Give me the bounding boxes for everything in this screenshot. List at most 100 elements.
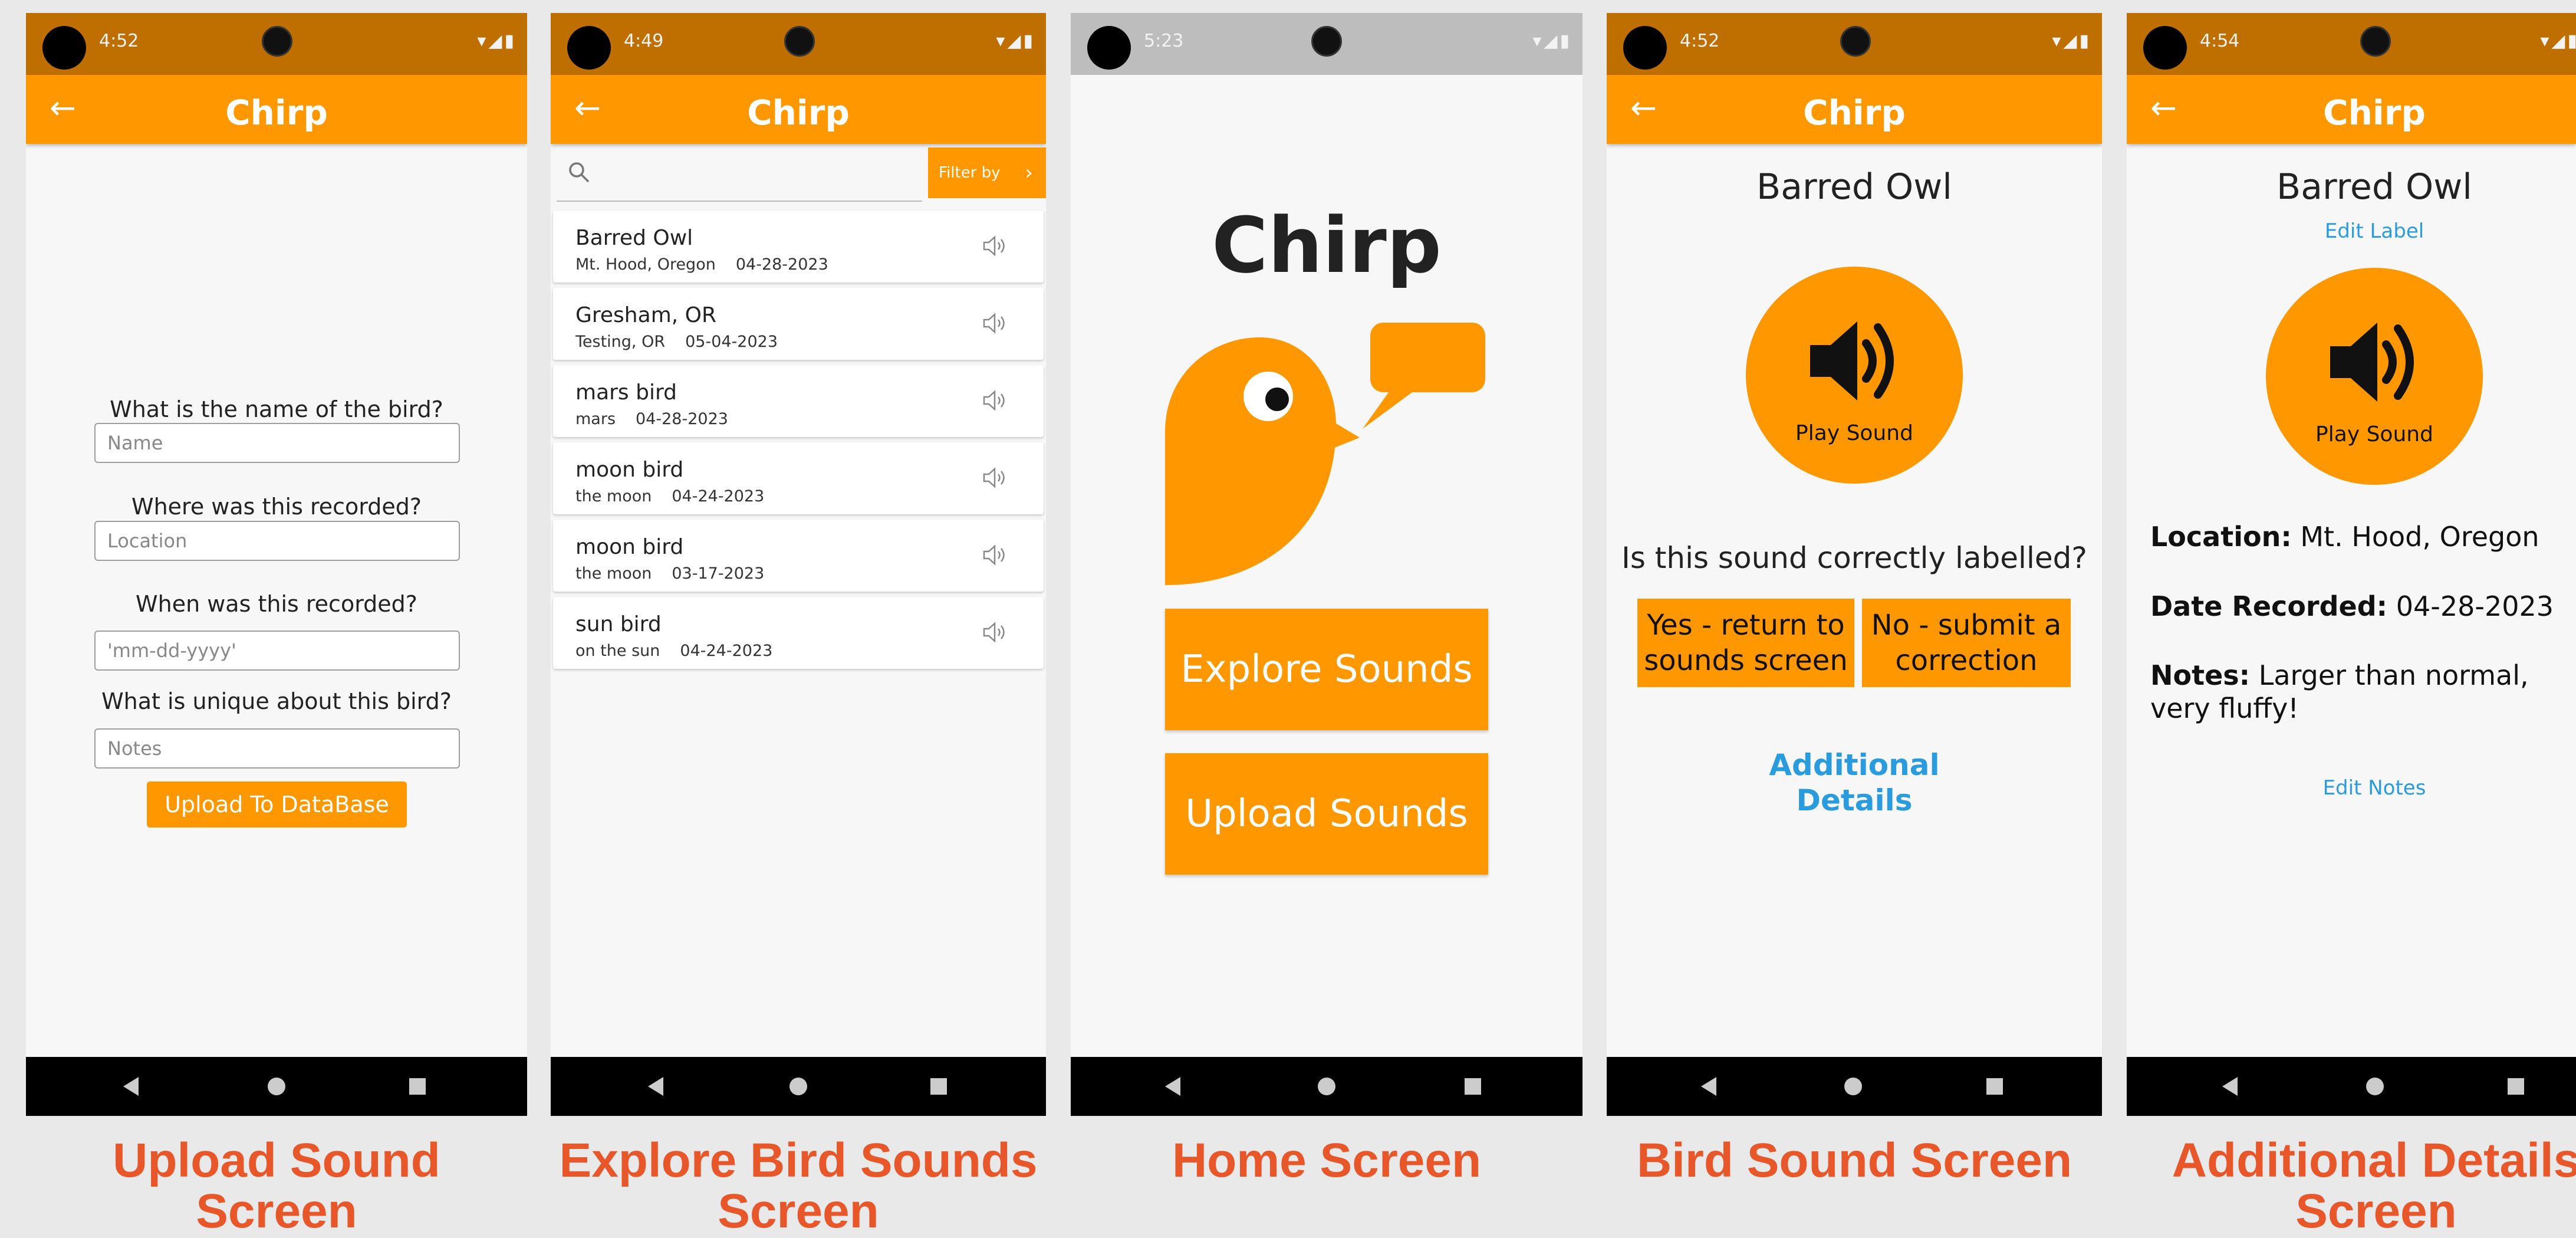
- nav-back-icon[interactable]: [648, 1077, 663, 1096]
- status-bar: 4:49 ▾◢▮: [551, 13, 1046, 75]
- app-bar: ← Chirp: [2127, 75, 2576, 144]
- list-item-date: 04-28-2023: [735, 255, 828, 274]
- signal-battery-icons: ▾◢▮: [2540, 31, 2576, 51]
- bird-name: Barred Owl: [2276, 166, 2472, 208]
- nav-home-icon[interactable]: [789, 1078, 807, 1095]
- bird-sound-screen: 4:52 ▾◢▮ ← Chirp Barred Owl Play Sound I…: [1607, 13, 2102, 1116]
- status-bar: 4:54 ▾◢▮: [2127, 13, 2576, 75]
- speaker-icon[interactable]: [982, 389, 1008, 412]
- explore-sounds-button[interactable]: Explore Sounds: [1165, 609, 1488, 730]
- speaker-icon: [1810, 321, 1894, 400]
- no-submit-correction-button[interactable]: No - submit a correction: [1862, 599, 2071, 687]
- nav-back-icon[interactable]: [1701, 1077, 1716, 1096]
- app-title: Chirp: [1803, 93, 1906, 133]
- chevron-right-icon: ›: [1025, 161, 1033, 185]
- caption-line: Home Screen: [1172, 1134, 1482, 1187]
- list-item-title: mars bird: [575, 380, 677, 405]
- status-time: 5:23: [1144, 31, 1184, 51]
- play-sound-button[interactable]: Play Sound: [1746, 267, 1963, 484]
- edit-label-link[interactable]: Edit Label: [2127, 219, 2576, 243]
- list-item[interactable]: mars bird mars 04-28-2023: [553, 365, 1044, 437]
- date-field[interactable]: 'mm-dd-yyyy': [94, 631, 460, 671]
- name-field[interactable]: Name: [94, 423, 460, 463]
- speaker-icon[interactable]: [982, 311, 1008, 335]
- speaker-icon[interactable]: [982, 234, 1008, 258]
- signal-battery-icons: ▾◢▮: [996, 31, 1035, 51]
- home-heading: Chirp: [1212, 201, 1442, 290]
- app-title: Chirp: [225, 93, 328, 133]
- additional-details-screen: 4:54 ▾◢▮ ← Chirp Barred Owl Edit Label P…: [2127, 13, 2576, 1116]
- nav-home-icon[interactable]: [268, 1078, 285, 1095]
- home-screen-caption: Home Screen: [1071, 1135, 1583, 1186]
- nav-home-icon[interactable]: [2366, 1078, 2384, 1095]
- signal-battery-icons: ▾◢▮: [2052, 31, 2091, 51]
- caption-line: Screen: [196, 1184, 357, 1238]
- app-bar: ← Chirp: [1607, 75, 2102, 144]
- additional-details-caption: Additional Details Screen: [2146, 1135, 2576, 1237]
- notes-detail: Notes: Larger than normal, very fluffy!: [2150, 659, 2570, 725]
- app-bar: ← Chirp: [551, 75, 1046, 144]
- list-item[interactable]: sun bird on the sun 04-24-2023: [553, 597, 1044, 669]
- speaker-icon[interactable]: [982, 620, 1008, 644]
- location-field[interactable]: Location: [94, 521, 460, 561]
- list-item-subtitle: on the sun 04-24-2023: [575, 642, 772, 660]
- home-screen: 5:23 ▾◢▮ Chirp Explore Sounds Upload Sou…: [1071, 13, 1583, 1116]
- nav-recents-icon[interactable]: [2508, 1078, 2524, 1095]
- label-question: Is this sound correctly labelled?: [1621, 541, 2087, 575]
- list-item[interactable]: Gresham, OR Testing, OR 05-04-2023: [553, 288, 1044, 360]
- front-camera-icon: [784, 26, 815, 57]
- list-item-location: the moon: [575, 487, 652, 505]
- status-time: 4:54: [2200, 31, 2240, 51]
- button-line: correction: [1895, 644, 2038, 677]
- nav-recents-icon[interactable]: [409, 1078, 426, 1095]
- search-icon: [569, 162, 590, 183]
- list-item-subtitle: the moon 04-24-2023: [575, 487, 764, 505]
- upload-screen-caption: Upload Sound Screen: [26, 1135, 527, 1237]
- nav-back-icon[interactable]: [123, 1077, 139, 1096]
- nav-recents-icon[interactable]: [930, 1078, 947, 1095]
- upload-sounds-button[interactable]: Upload Sounds: [1165, 753, 1488, 875]
- upload-screen: 4:52 ▾◢▮ ← Chirp What is the name of the…: [26, 13, 527, 1116]
- list-item-subtitle: mars 04-28-2023: [575, 410, 728, 428]
- nav-home-icon[interactable]: [1844, 1078, 1862, 1095]
- filter-by-button[interactable]: Filter by ›: [928, 147, 1046, 198]
- list-item[interactable]: Barred Owl Mt. Hood, Oregon 04-28-2023: [553, 211, 1044, 283]
- search-input[interactable]: [598, 152, 893, 197]
- speaker-icon: [2330, 323, 2414, 402]
- front-camera-icon: [2360, 26, 2391, 57]
- caption-line: Screen: [2295, 1184, 2457, 1238]
- name-question: What is the name of the bird?: [110, 396, 443, 422]
- list-item-subtitle: Mt. Hood, Oregon 04-28-2023: [575, 255, 828, 274]
- nav-recents-icon[interactable]: [1986, 1078, 2003, 1095]
- list-item[interactable]: moon bird the moon 04-24-2023: [553, 442, 1044, 514]
- explore-screen: 4:49 ▾◢▮ ← Chirp Filter by › Barred Owl M…: [551, 13, 1046, 1116]
- yes-return-button[interactable]: Yes - return to sounds screen: [1637, 599, 1854, 687]
- list-item-title: moon bird: [575, 535, 684, 559]
- caption-line: Explore Bird Sounds: [559, 1134, 1038, 1187]
- list-item-date: 04-24-2023: [672, 487, 765, 505]
- search-underline: [557, 201, 922, 202]
- list-item-date: 04-28-2023: [636, 410, 728, 428]
- speaker-icon[interactable]: [982, 466, 1008, 490]
- list-item[interactable]: moon bird the moon 03-17-2023: [553, 520, 1044, 592]
- list-item-subtitle: Testing, OR 05-04-2023: [575, 333, 778, 351]
- bird-name: Barred Owl: [1756, 166, 1952, 208]
- nav-back-icon[interactable]: [2222, 1077, 2238, 1096]
- camera-cutout: [567, 26, 611, 70]
- notes-field[interactable]: Notes: [94, 728, 460, 769]
- location-question: Where was this recorded?: [131, 494, 422, 520]
- camera-cutout: [42, 26, 86, 70]
- location-value: Mt. Hood, Oregon: [2300, 521, 2539, 553]
- nav-back-icon[interactable]: [1165, 1077, 1180, 1096]
- edit-notes-link[interactable]: Edit Notes: [2127, 776, 2576, 800]
- nav-recents-icon[interactable]: [1465, 1078, 1481, 1095]
- button-line: No - submit a: [1871, 609, 2062, 642]
- list-item-location: Testing, OR: [575, 333, 666, 351]
- speaker-icon[interactable]: [982, 543, 1008, 567]
- nav-home-icon[interactable]: [1318, 1078, 1335, 1095]
- upload-to-database-button[interactable]: Upload To DataBase: [147, 781, 407, 827]
- play-sound-button[interactable]: Play Sound: [2266, 268, 2483, 485]
- additional-details-link[interactable]: Additional Details: [1607, 747, 2102, 818]
- list-item-location: on the sun: [575, 642, 660, 660]
- signal-battery-icons: ▾◢▮: [477, 31, 516, 51]
